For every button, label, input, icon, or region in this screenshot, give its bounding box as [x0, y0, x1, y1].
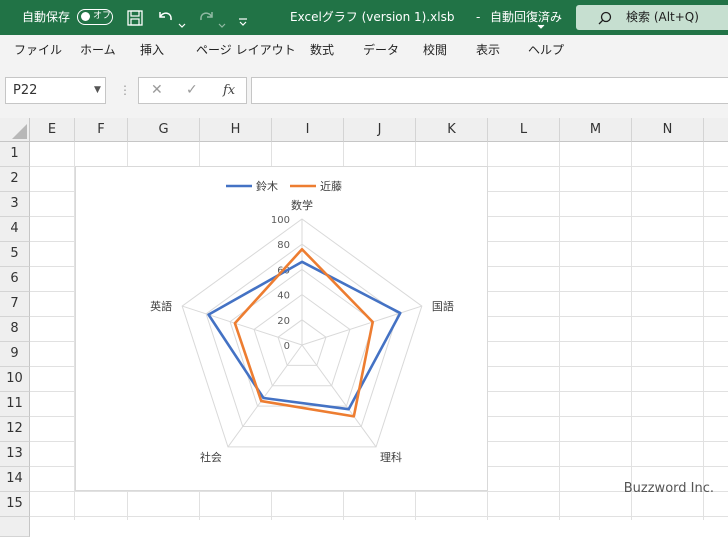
autosave-label: 自動保存 [22, 10, 71, 24]
cancel-icon[interactable]: ✕ [151, 78, 163, 103]
tab-formulas[interactable]: 数式 [310, 35, 334, 65]
row-header[interactable]: 12 [0, 417, 30, 442]
tab-data[interactable]: データ [363, 35, 399, 65]
tick-label: 40 [277, 291, 290, 302]
row-header[interactable]: 9 [0, 342, 30, 367]
column-header-partial[interactable] [704, 118, 728, 142]
autosave-toggle[interactable]: オフ [77, 9, 113, 25]
formula-input[interactable] [251, 77, 728, 104]
category-label: 社会 [200, 450, 222, 464]
column-header[interactable]: I [272, 118, 344, 142]
save-status[interactable]: 自動回復済み [490, 0, 562, 35]
category-label: 数学 [291, 198, 313, 212]
tab-view[interactable]: 表示 [476, 35, 500, 65]
insert-function-icon[interactable]: fx [223, 78, 235, 103]
tab-insert[interactable]: 挿入 [140, 35, 164, 65]
row-header[interactable]: 3 [0, 192, 30, 217]
save-status-dropdown-icon[interactable] [537, 15, 545, 34]
row-header[interactable]: 7 [0, 292, 30, 317]
title-bar: 自動保存 オフ Excelグラフ (version 1).xlsb - 自動回復… [0, 0, 728, 35]
ribbon-tabs: ファイル ホーム 挿入 ページ レイアウト 数式 データ 校閲 表示 ヘルプ [0, 35, 728, 66]
tab-review[interactable]: 校閲 [423, 35, 447, 65]
column-header[interactable]: G [128, 118, 200, 142]
redo-dropdown-icon[interactable] [218, 14, 226, 33]
title-separator: - [476, 10, 481, 24]
redo-icon[interactable] [196, 8, 216, 30]
column-header[interactable]: M [560, 118, 632, 142]
search-icon [598, 10, 612, 29]
toggle-knob [81, 12, 90, 21]
tab-page-layout[interactable]: ページ レイアウト [196, 35, 296, 65]
tab-file[interactable]: ファイル [14, 35, 62, 65]
row-header[interactable]: 13 [0, 442, 30, 467]
search-box[interactable]: 検索 (Alt+Q) [576, 5, 728, 30]
name-box[interactable]: P22 ▼ [5, 77, 106, 104]
row-header[interactable]: 8 [0, 317, 30, 342]
column-header[interactable]: K [416, 118, 488, 142]
tick-label: 80 [277, 240, 290, 251]
column-header[interactable]: H [200, 118, 272, 142]
legend-label: 鈴木 [256, 179, 278, 193]
row-header[interactable]: 11 [0, 392, 30, 417]
row-header[interactable]: 14 [0, 467, 30, 492]
row-header[interactable]: 6 [0, 267, 30, 292]
column-header[interactable]: F [75, 118, 128, 142]
watermark: Buzzword Inc. [623, 481, 714, 496]
autosave-state: オフ [93, 11, 112, 21]
tick-label: 0 [284, 341, 290, 352]
tab-home[interactable]: ホーム [80, 35, 116, 65]
radar-chart-svg: 020406080100数学国語理科社会英語鈴木 近藤 [150, 179, 454, 464]
row-header-partial[interactable] [0, 517, 30, 537]
series-line-1 [207, 260, 402, 411]
column-header[interactable]: L [488, 118, 560, 142]
formula-bar: P22 ▼ ⋮ ✕ ✓ fx [0, 65, 728, 120]
formula-buttons: ✕ ✓ fx [138, 77, 247, 104]
save-icon[interactable] [126, 9, 144, 31]
enter-icon[interactable]: ✓ [186, 78, 198, 103]
radar-chart[interactable]: 0 20 40 60 80 100 数学 国語 理科 社会 英語 鈴木 近藤 [75, 166, 488, 491]
category-label: 英語 [150, 299, 172, 313]
category-label: 理科 [380, 450, 402, 464]
row-header[interactable]: 15 [0, 492, 30, 517]
tick-label: 20 [277, 316, 290, 327]
row-header[interactable]: 10 [0, 367, 30, 392]
tick-label: 100 [271, 215, 290, 226]
undo-icon[interactable] [156, 8, 176, 30]
column-header[interactable]: E [30, 118, 75, 142]
formula-bar-grip-icon[interactable]: ⋮ [119, 80, 131, 100]
tab-help[interactable]: ヘルプ [528, 35, 564, 65]
undo-dropdown-icon[interactable] [178, 14, 186, 33]
file-name: Excelグラフ (version 1).xlsb [290, 10, 455, 24]
name-box-value: P22 [13, 83, 38, 98]
row-header[interactable]: 4 [0, 217, 30, 242]
select-all-corner[interactable] [0, 118, 30, 142]
name-box-dropdown-icon[interactable]: ▼ [94, 78, 101, 103]
customize-toolbar-icon[interactable] [238, 12, 248, 31]
row-header[interactable]: 2 [0, 167, 30, 192]
legend-label: 近藤 [320, 180, 342, 193]
row-header[interactable]: 1 [0, 142, 30, 167]
search-label: 検索 (Alt+Q) [626, 10, 699, 24]
row-header[interactable]: 5 [0, 242, 30, 267]
column-header[interactable]: J [344, 118, 416, 142]
category-label: 国語 [432, 299, 454, 313]
column-header[interactable]: N [632, 118, 704, 142]
